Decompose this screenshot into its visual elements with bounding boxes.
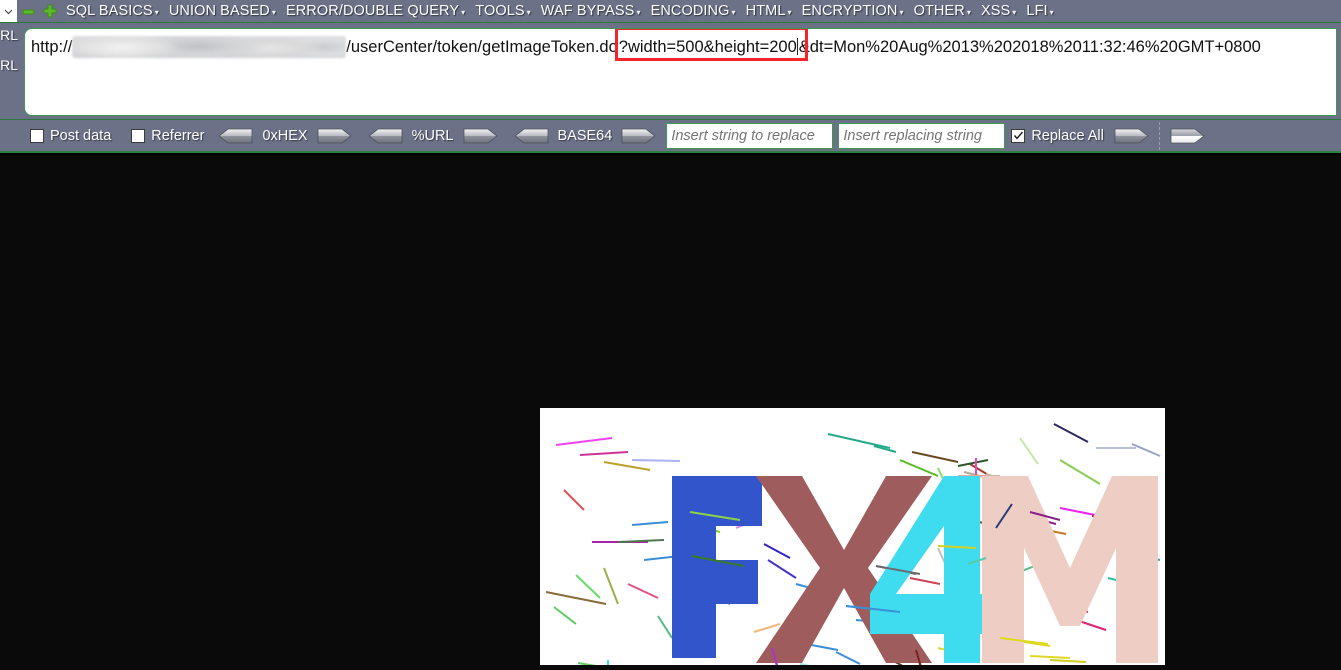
url-highlighted-query: ?width=500&height=200 xyxy=(614,29,808,61)
url-panel: URL URL ● http:// /userCenter/token/getIm… xyxy=(0,22,1341,120)
arrow-right-icon[interactable] xyxy=(1114,128,1149,144)
url-side-labels: URL URL ● xyxy=(0,23,22,121)
captcha-svg xyxy=(540,408,1165,665)
menu-label: ERROR/DOUBLE QUERY xyxy=(285,3,460,19)
replace-all-label: Replace All xyxy=(1031,127,1104,144)
menu-sql-basics[interactable]: SQL BASICS ▾ xyxy=(61,0,164,22)
menu-label: SQL BASICS xyxy=(66,3,153,19)
codec-hex-label: 0xHEX xyxy=(262,127,308,144)
menu-union-based[interactable]: UNION BASED ▾ xyxy=(164,0,281,22)
chevron-down-icon xyxy=(4,9,13,14)
menu-label: XSS xyxy=(980,3,1011,19)
url-rest-query: &dt=Mon%20Aug%2013%202018%2011:32:46%20G… xyxy=(798,38,1261,56)
chevron-down-icon: ▾ xyxy=(731,8,736,17)
codec-url-label: %URL xyxy=(411,127,454,144)
arrow-right-icon[interactable] xyxy=(1170,128,1205,144)
url-scheme: http:// xyxy=(31,38,73,56)
chevron-down-icon: ▾ xyxy=(1049,8,1054,17)
chevron-down-icon: ▾ xyxy=(154,8,159,17)
side-label-url-1: URL xyxy=(0,27,19,43)
menu-lfi[interactable]: LFI ▾ xyxy=(1021,0,1058,22)
text-caret xyxy=(796,38,798,55)
url-path: /userCenter/token/getImageToken.do xyxy=(346,38,618,56)
browser-addon-window: SQL BASICS ▾ UNION BASED ▾ ERROR/DOUBLE … xyxy=(0,0,1341,670)
url-text-line: http:// /userCenter/token/getImageToken.d… xyxy=(25,29,1336,61)
menu-other[interactable]: OTHER ▾ xyxy=(909,0,976,22)
post-data-checkbox[interactable] xyxy=(30,128,44,143)
plus-icon[interactable] xyxy=(39,0,61,22)
chevron-down-icon: ▾ xyxy=(787,8,792,17)
menu-label: OTHER xyxy=(913,3,965,19)
menu-label: ENCRYPTION xyxy=(801,3,898,19)
menu-label: UNION BASED xyxy=(168,3,270,19)
codec-base64: BASE64 xyxy=(513,127,657,144)
referrer-option[interactable]: Referrer xyxy=(131,128,204,144)
minus-icon[interactable] xyxy=(17,0,39,22)
menu-label: ENCODING xyxy=(650,3,730,19)
toolbar-divider xyxy=(1158,121,1160,150)
url-redacted-host xyxy=(72,35,347,58)
arrow-left-icon[interactable] xyxy=(218,128,253,144)
chevron-down-icon: ▾ xyxy=(636,8,641,17)
arrow-right-icon[interactable] xyxy=(463,128,498,144)
referrer-checkbox[interactable] xyxy=(131,128,146,143)
side-label-url-2: URL xyxy=(0,57,19,73)
codec-url: %URL xyxy=(367,127,498,144)
chevron-down-icon: ▾ xyxy=(461,8,466,17)
menu-xss[interactable]: XSS ▾ xyxy=(976,0,1021,22)
menu-encoding[interactable]: ENCODING ▾ xyxy=(646,0,741,22)
replace-all-checkbox[interactable] xyxy=(1011,128,1026,143)
replace-string-input[interactable] xyxy=(838,122,1006,149)
page-content-area xyxy=(0,155,1341,670)
chevron-down-icon: ▾ xyxy=(1012,8,1017,17)
search-string-input[interactable] xyxy=(666,122,834,149)
replace-all-option[interactable]: Replace All xyxy=(1011,128,1104,144)
menu-label: LFI xyxy=(1026,3,1048,19)
menu-encryption[interactable]: ENCRYPTION ▾ xyxy=(797,0,909,22)
menu-label: HTML xyxy=(745,3,786,19)
post-data-option[interactable]: Post data xyxy=(30,128,111,144)
menu-error-double-query[interactable]: ERROR/DOUBLE QUERY ▾ xyxy=(281,0,470,22)
chevron-down-icon: ▾ xyxy=(966,8,971,17)
arrow-right-icon[interactable] xyxy=(621,128,656,144)
main-menubar: SQL BASICS ▾ UNION BASED ▾ ERROR/DOUBLE … xyxy=(0,0,1341,22)
chevron-down-icon: ▾ xyxy=(271,8,276,17)
codec-hex: 0xHEX xyxy=(218,127,352,144)
captcha-image xyxy=(540,408,1165,665)
arrow-left-icon[interactable] xyxy=(367,128,403,144)
codec-base64-label: BASE64 xyxy=(557,127,613,144)
menu-tools[interactable]: TOOLS ▾ xyxy=(470,0,536,22)
referrer-label: Referrer xyxy=(151,127,205,144)
chevron-down-icon: ▾ xyxy=(899,8,904,17)
chevron-down-icon: ▾ xyxy=(526,8,531,17)
url-query-size-params: ?width=500&height=200 xyxy=(618,38,797,56)
url-textarea[interactable]: http:// /userCenter/token/getImageToken.d… xyxy=(24,28,1337,116)
menu-waf-bypass[interactable]: WAF BYPASS ▾ xyxy=(536,0,646,22)
menubar-dropdown-corner[interactable] xyxy=(0,0,17,22)
check-icon xyxy=(1013,131,1023,140)
menu-label: TOOLS xyxy=(475,3,525,19)
arrow-right-icon[interactable] xyxy=(317,128,352,144)
arrow-left-icon[interactable] xyxy=(513,128,549,144)
menu-html[interactable]: HTML ▾ xyxy=(741,0,797,22)
options-toolbar: Post data Referrer 0xHEX %URL BASE64 Ins… xyxy=(0,120,1341,153)
menu-label: WAF BYPASS xyxy=(540,3,635,19)
post-data-label: Post data xyxy=(50,127,112,144)
